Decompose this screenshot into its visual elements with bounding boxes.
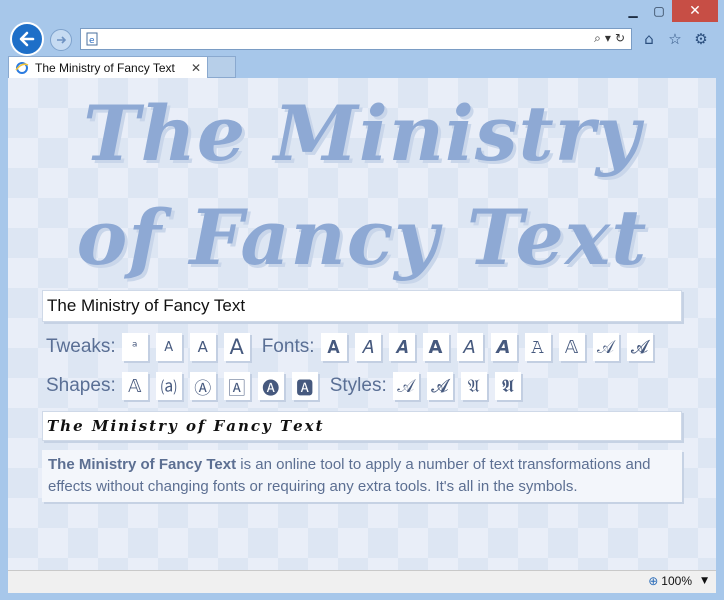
shape-button-circled[interactable]: Ⓐ	[189, 372, 216, 400]
shape-button-parenthesized[interactable]: ⒜	[155, 372, 182, 400]
tweak-button-medium[interactable]: A	[189, 333, 216, 361]
shape-button-negative-squared[interactable]: 🅰	[291, 372, 318, 400]
home-icon[interactable]: ⌂	[640, 30, 658, 48]
font-button-bold-italic-sans[interactable]: 𝘼	[490, 333, 517, 361]
status-bar: ⊕ 100% ▼	[8, 570, 716, 593]
fonts-label: Fonts:	[261, 336, 315, 357]
new-tab-button[interactable]	[208, 56, 236, 78]
tweaks-fonts-row: Tweaks: ᵃ A A A Fonts: 𝐀 𝐴 𝑨 𝗔 𝘈 𝘼 𝙰 𝔸 𝒜…	[46, 331, 661, 363]
text-input-value: The Ministry of Fancy Text	[47, 296, 246, 315]
shape-button-outline[interactable]: 𝔸	[121, 372, 148, 400]
maximize-button[interactable]: ▢	[646, 0, 672, 22]
font-button-italic-sans[interactable]: 𝘈	[456, 333, 483, 361]
font-button-bold-serif[interactable]: 𝐀	[320, 333, 347, 361]
hero-line-1: The Ministry	[83, 89, 641, 178]
tweak-button-large[interactable]: A	[223, 333, 250, 361]
hero-title: The Ministry of Fancy Text	[8, 82, 716, 290]
font-button-script[interactable]: 𝒜	[592, 333, 619, 361]
font-button-monospace[interactable]: 𝙰	[524, 333, 551, 361]
forward-button[interactable]	[50, 29, 72, 51]
minimize-button[interactable]: ▁	[620, 0, 646, 22]
shapes-styles-row: Shapes: 𝔸 ⒜ Ⓐ 🄰 🅐 🅰 Styles: 𝒜 𝓐 𝔄 𝕬	[46, 370, 529, 402]
font-button-italic-serif[interactable]: 𝐴	[354, 333, 381, 361]
search-icon[interactable]: ⌕	[594, 31, 601, 46]
tab-active[interactable]: The Ministry of Fancy Text ✕	[8, 56, 208, 78]
tab-close-icon[interactable]: ✕	[191, 61, 201, 75]
shape-button-negative-circled[interactable]: 🅐	[257, 372, 284, 400]
shape-button-squared[interactable]: 🄰	[223, 372, 250, 400]
ie-icon	[15, 61, 29, 74]
browser-window: ▁ ▢ ✕ e ⌕ ▾ ↻ ⌂ ☆ ⚙ The Ministry of Fanc…	[0, 0, 724, 600]
settings-icon[interactable]: ⚙	[692, 30, 710, 48]
font-button-bold-script[interactable]: 𝓐	[626, 333, 653, 361]
forward-icon	[57, 36, 67, 44]
tab-strip: The Ministry of Fancy Text ✕	[0, 56, 724, 78]
zoom-dropdown-icon[interactable]: ▼	[701, 576, 708, 586]
description: The Ministry of Fancy Text is an online …	[42, 450, 682, 502]
description-bold: The Ministry of Fancy Text	[48, 456, 237, 473]
fancy-text-output-value: 𝑻𝒉𝒆 𝑴𝒊𝒏𝒊𝒔𝒕𝒓𝒚 𝒐𝒇 𝑭𝒂𝒏𝒄𝒚 𝑻𝒆𝒙𝒕	[47, 417, 325, 435]
back-icon	[19, 31, 35, 47]
svg-text:e: e	[89, 36, 95, 46]
zoom-icon: ⊕	[648, 574, 659, 588]
page-icon: e	[86, 32, 98, 46]
style-button-fraktur[interactable]: 𝔄	[460, 372, 487, 400]
text-input[interactable]: The Ministry of Fancy Text	[42, 290, 682, 322]
shapes-label: Shapes:	[46, 375, 116, 396]
back-button[interactable]	[10, 22, 44, 56]
zoom-control[interactable]: ⊕ 100%	[648, 574, 692, 588]
favorites-icon[interactable]: ☆	[666, 30, 684, 48]
tweak-button-superscript[interactable]: ᵃ	[121, 333, 148, 361]
style-button-script[interactable]: 𝒜	[392, 372, 419, 400]
address-bar[interactable]: e ⌕ ▾ ↻	[80, 28, 632, 50]
style-button-bold-script[interactable]: 𝓐	[426, 372, 453, 400]
tweaks-label: Tweaks:	[46, 336, 116, 357]
hero-line-2: of Fancy Text	[76, 193, 648, 282]
fancy-text-output[interactable]: 𝑻𝒉𝒆 𝑴𝒊𝒏𝒊𝒔𝒕𝒓𝒚 𝒐𝒇 𝑭𝒂𝒏𝒄𝒚 𝑻𝒆𝒙𝒕	[42, 411, 682, 441]
font-button-bold-sans[interactable]: 𝗔	[422, 333, 449, 361]
style-button-bold-fraktur[interactable]: 𝕬	[494, 372, 521, 400]
navigation-bar: e ⌕ ▾ ↻ ⌂ ☆ ⚙	[0, 22, 724, 56]
tab-title: The Ministry of Fancy Text	[35, 60, 175, 75]
refresh-icon[interactable]: ↻	[615, 31, 625, 46]
page-viewport: The Ministry of Fancy Text The Ministry …	[8, 78, 716, 570]
dropdown-icon[interactable]: ▾	[605, 31, 611, 46]
zoom-level: 100%	[661, 574, 692, 588]
font-button-bold-italic-serif[interactable]: 𝑨	[388, 333, 415, 361]
close-button[interactable]: ✕	[672, 0, 718, 22]
font-button-double-struck[interactable]: 𝔸	[558, 333, 585, 361]
styles-label: Styles:	[329, 375, 387, 396]
tweak-button-small[interactable]: A	[155, 333, 182, 361]
